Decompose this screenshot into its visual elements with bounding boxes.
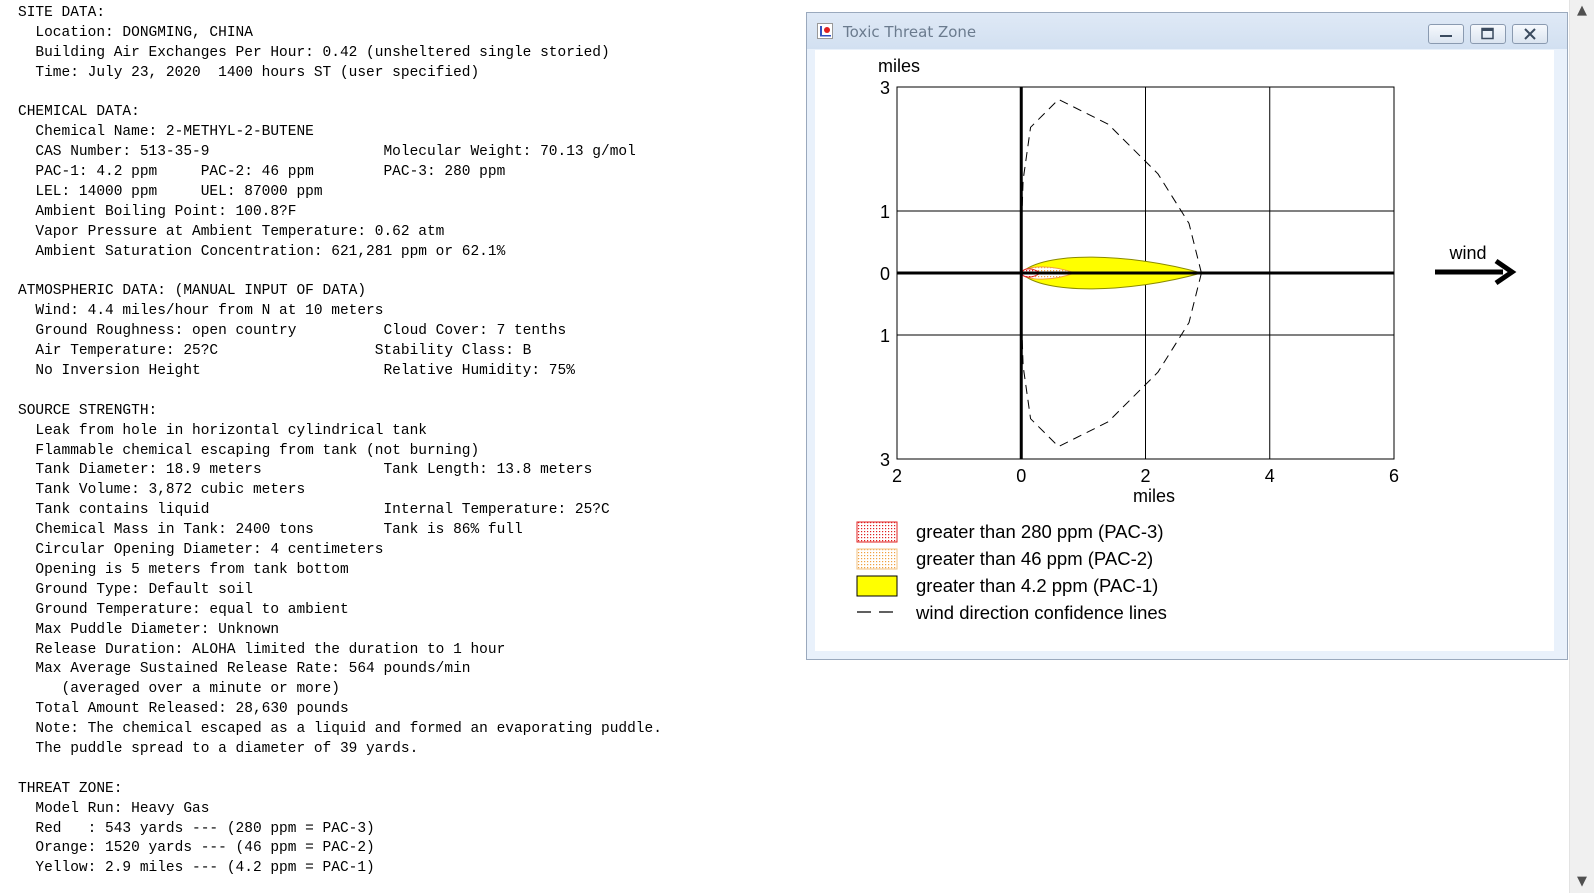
report-line: Ambient Boiling Point: 100.8?F xyxy=(18,203,297,220)
aloha-app-icon xyxy=(817,23,833,39)
minimize-button[interactable] xyxy=(1428,24,1464,44)
report-line: PAC-1: 4.2 ppm PAC-2: 46 ppm PAC-3: 280 … xyxy=(18,164,506,181)
report-line: Leak from hole in horizontal cylindrical… xyxy=(18,422,427,439)
report-line: CHEMICAL DATA: xyxy=(18,104,140,121)
report-line: LEL: 14000 ppm UEL: 87000 ppm xyxy=(18,184,323,201)
x-tick-label: 2 xyxy=(1140,466,1150,486)
legend-label: wind direction confidence lines xyxy=(915,602,1167,623)
maximize-button[interactable] xyxy=(1470,24,1506,44)
report-line: CAS Number: 513-35-9 Molecular Weight: 7… xyxy=(18,144,636,161)
report-line: THREAT ZONE: xyxy=(18,780,123,797)
report-line: Time: July 23, 2020 1400 hours ST (user … xyxy=(18,64,480,81)
window-title: Toxic Threat Zone xyxy=(843,23,977,41)
report-line: Circular Opening Diameter: 4 centimeters xyxy=(18,542,384,559)
report-line: Air Temperature: 25?C Stability Class: B xyxy=(18,343,532,360)
report-line: Opening is 5 meters from tank bottom xyxy=(18,561,349,578)
report-line: No Inversion Height Relative Humidity: 7… xyxy=(18,363,575,380)
report-line: Max Puddle Diameter: Unknown xyxy=(18,621,280,638)
chart-area: 2 0 2 4 6 3 1 0 1 3 miles miles wind greater than 280… xyxy=(815,50,1554,651)
toxic-threat-zone-window[interactable]: Toxic Threat Zone 2 0 2 4 6 3 1 0 1 3 miles miles wi… xyxy=(806,12,1568,660)
report-line: Tank Volume: 3,872 cubic meters xyxy=(18,482,306,499)
report-line: Ambient Saturation Concentration: 621,28… xyxy=(18,243,506,260)
report-line: Building Air Exchanges Per Hour: 0.42 (u… xyxy=(18,44,610,61)
wind-arrow-icon xyxy=(1435,258,1517,286)
report-line: Ground Roughness: open country Cloud Cov… xyxy=(18,323,567,340)
report-line: Flammable chemical escaping from tank (n… xyxy=(18,442,480,459)
report-line: Total Amount Released: 28,630 pounds xyxy=(18,701,349,718)
report-line: Release Duration: ALOHA limited the dura… xyxy=(18,641,506,658)
report-text: SITE DATA: Location: DONGMING, CHINA Bui… xyxy=(18,4,778,879)
report-line: Max Average Sustained Release Rate: 564 … xyxy=(18,661,471,678)
report-line: (averaged over a minute or more) xyxy=(18,681,340,698)
x-tick-label: 0 xyxy=(1016,466,1026,486)
close-icon xyxy=(1524,28,1536,40)
report-line: Wind: 4.4 miles/hour from N at 10 meters xyxy=(18,303,384,320)
report-line: Tank contains liquid Internal Temperatur… xyxy=(18,502,610,519)
window-titlebar[interactable]: Toxic Threat Zone xyxy=(807,13,1567,49)
close-button[interactable] xyxy=(1512,24,1548,44)
report-line: SOURCE STRENGTH: xyxy=(18,402,158,419)
y-axis-label: miles xyxy=(878,56,920,76)
report-line: Vapor Pressure at Ambient Temperature: 0… xyxy=(18,223,445,240)
x-tick-label: 4 xyxy=(1265,466,1275,486)
report-line xyxy=(18,382,778,402)
y-tick-label: 0 xyxy=(880,264,890,284)
y-tick-label: 1 xyxy=(880,326,890,346)
report-line: Note: The chemical escaped as a liquid a… xyxy=(18,721,662,738)
scroll-up-icon[interactable]: ▲ xyxy=(1570,0,1594,22)
y-tick-label: 3 xyxy=(880,78,890,98)
wind-label: wind xyxy=(1448,243,1486,263)
legend-swatch-pac2-dotted xyxy=(856,548,898,570)
report-line: Model Run: Heavy Gas xyxy=(18,800,210,817)
report-line: Orange: 1520 yards --- (46 ppm = PAC-2) xyxy=(18,840,375,857)
x-axis-label: miles xyxy=(1133,486,1175,506)
report-line: ATMOSPHERIC DATA: (MANUAL INPUT OF DATA) xyxy=(18,283,367,300)
report-line: Chemical Name: 2-METHYL-2-BUTENE xyxy=(18,124,314,141)
legend-swatch-pac3-dotted xyxy=(856,521,898,543)
report-line: Ground Temperature: equal to ambient xyxy=(18,601,349,618)
report-line xyxy=(18,263,778,283)
threat-zone-plot: 2 0 2 4 631013milesmileswindgreater than 280… xyxy=(856,56,1517,623)
minimize-icon xyxy=(1440,35,1452,37)
x-tick-label: 6 xyxy=(1389,466,1399,486)
report-line: The puddle spread to a diameter of 39 ya… xyxy=(18,740,419,757)
report-line: Red : 543 yards --- (280 ppm = PAC-3) xyxy=(18,820,375,837)
y-tick-label: 1 xyxy=(880,202,890,222)
x-tick-label: 2 xyxy=(892,466,902,486)
report-line: Tank Diameter: 18.9 meters Tank Length: … xyxy=(18,462,593,479)
report-line: Ground Type: Default soil xyxy=(18,581,253,598)
scroll-down-icon[interactable]: ▼ xyxy=(1570,871,1594,893)
legend-label: greater than 4.2 ppm (PAC-1) xyxy=(916,575,1158,596)
maximize-icon xyxy=(1481,27,1494,40)
vertical-scrollbar[interactable]: ▲ ▼ xyxy=(1569,0,1594,893)
report-line: Location: DONGMING, CHINA xyxy=(18,24,253,41)
y-tick-label: 3 xyxy=(880,450,890,470)
report-line: SITE DATA: xyxy=(18,5,106,21)
legend-label: greater than 280 ppm (PAC-3) xyxy=(916,521,1163,542)
report-line: Yellow: 2.9 miles --- (4.2 ppm = PAC-1) xyxy=(18,860,375,877)
report-line xyxy=(18,760,778,780)
legend-swatch-pac1-solid xyxy=(856,575,898,597)
legend-label: greater than 46 ppm (PAC-2) xyxy=(916,548,1153,569)
report-line: Chemical Mass in Tank: 2400 tons Tank is… xyxy=(18,522,523,539)
report-line xyxy=(18,84,778,104)
